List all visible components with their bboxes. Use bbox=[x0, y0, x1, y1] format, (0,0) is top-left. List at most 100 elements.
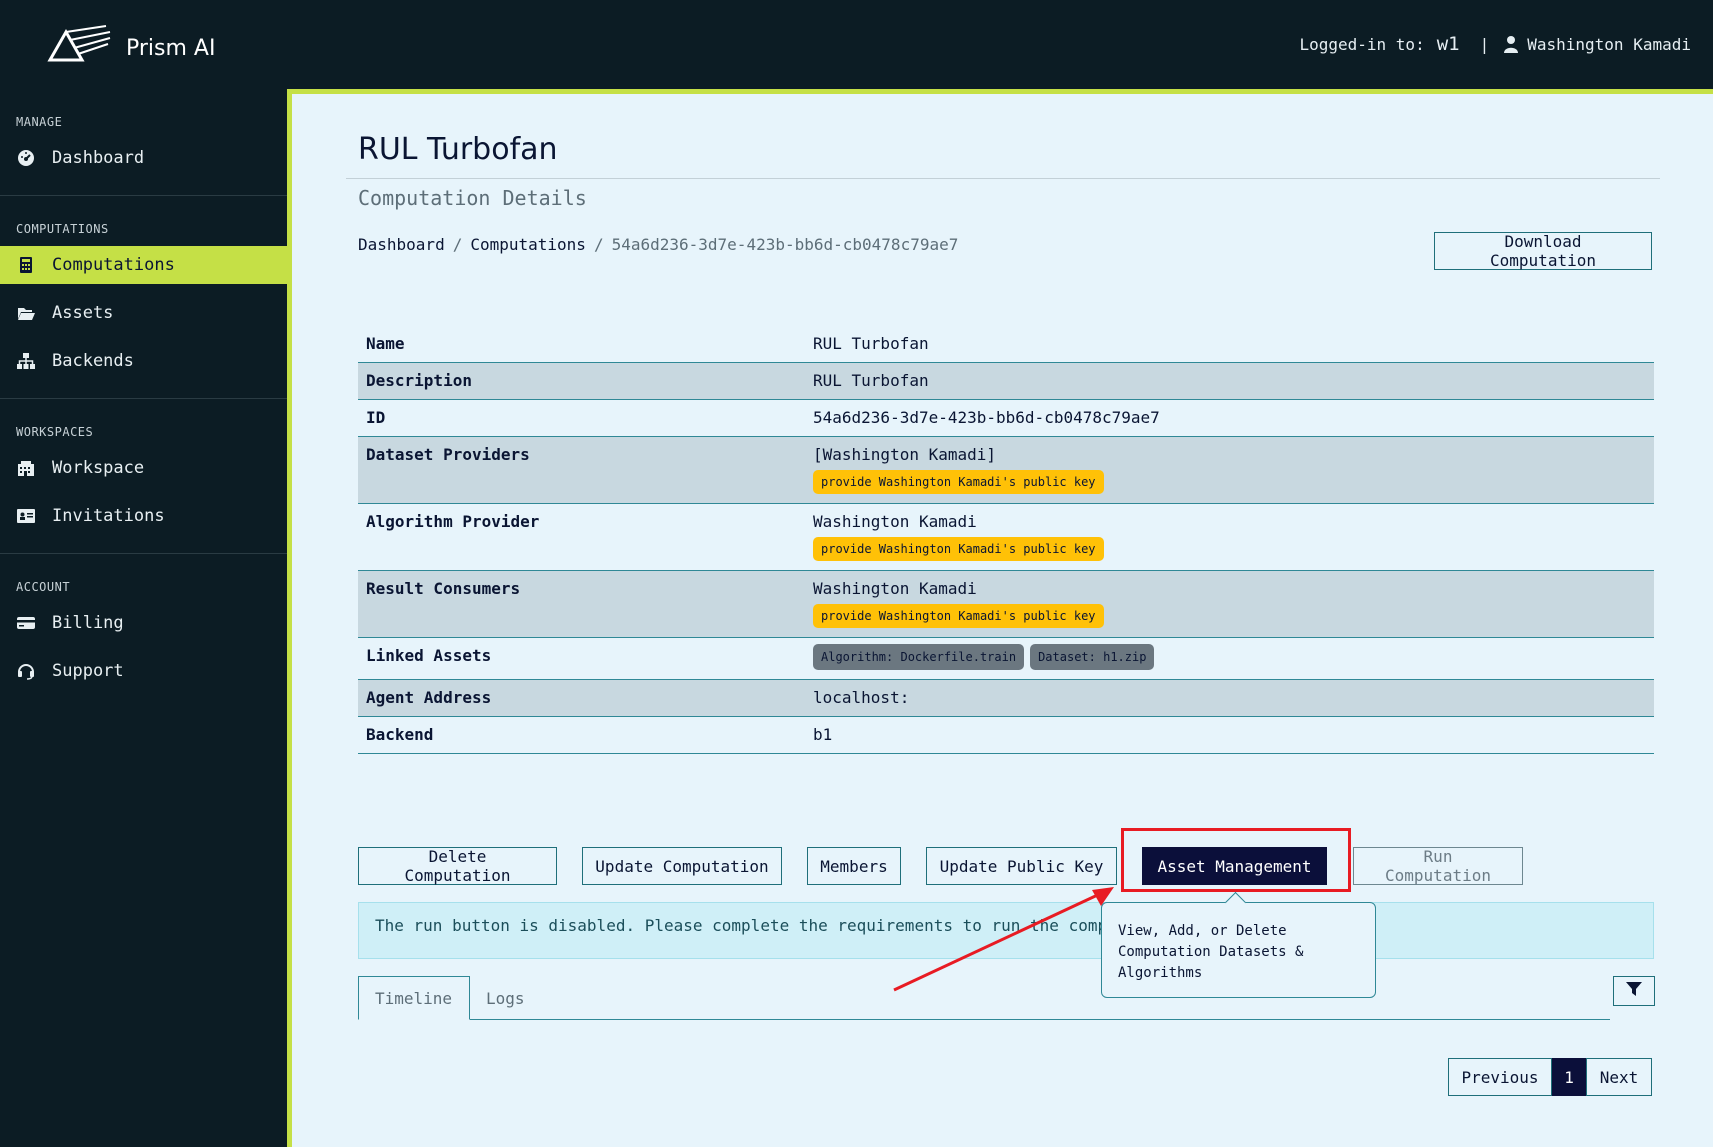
table-row: Algorithm Provider Washington Kamadi pro… bbox=[358, 503, 1654, 571]
update-public-key-button[interactable]: Update Public Key bbox=[926, 847, 1117, 885]
section-title: ACCOUNT bbox=[16, 580, 71, 594]
breadcrumb-separator: / bbox=[452, 235, 463, 254]
sidebar-section-account: ACCOUNT Billing Support bbox=[0, 554, 287, 708]
main-content: RUL Turbofan Computation Details Dashboa… bbox=[287, 89, 1713, 1147]
row-value: [Washington Kamadi] bbox=[813, 445, 997, 464]
folder-open-icon bbox=[16, 304, 36, 322]
sidebar-section-manage: MANAGE Dashboard bbox=[0, 89, 287, 196]
dataset-asset-badge: Dataset: h1.zip bbox=[1030, 644, 1155, 670]
headset-icon bbox=[16, 662, 36, 680]
run-computation-button[interactable]: Run Computation bbox=[1353, 847, 1523, 885]
user-area: Logged-in to: w1 | Washington Kamadi bbox=[1299, 33, 1691, 55]
breadcrumb-separator: / bbox=[593, 235, 604, 254]
row-value: RUL Turbofan bbox=[805, 326, 1654, 363]
previous-page-button[interactable]: Previous bbox=[1448, 1058, 1552, 1096]
tabs-bar: Timeline Logs bbox=[358, 976, 1610, 1020]
row-value-cell: [Washington Kamadi] provide Washington K… bbox=[805, 436, 1654, 504]
next-page-button[interactable]: Next bbox=[1586, 1058, 1652, 1096]
row-value: Washington Kamadi bbox=[813, 579, 977, 598]
top-bar: Prism AI Logged-in to: w1 | Washington K… bbox=[0, 0, 1713, 89]
row-value-cell: Washington Kamadi provide Washington Kam… bbox=[805, 570, 1654, 638]
sidebar-section-workspaces: WORKSPACES Workspace Invitations bbox=[0, 399, 287, 554]
sidebar-item-workspace[interactable]: Workspace bbox=[0, 449, 287, 487]
sidebar: MANAGE Dashboard COMPUTATIONS Computatio… bbox=[0, 89, 287, 1147]
sidebar-item-computations[interactable]: Computations bbox=[0, 246, 287, 284]
section-title: MANAGE bbox=[16, 115, 63, 129]
table-row: Agent Address localhost: bbox=[358, 679, 1654, 717]
sidebar-item-dashboard[interactable]: Dashboard bbox=[0, 139, 287, 177]
sidebar-item-billing[interactable]: Billing bbox=[0, 604, 287, 642]
brand-name: Prism AI bbox=[126, 35, 216, 61]
public-key-badge: provide Washington Kamadi's public key bbox=[813, 537, 1104, 561]
title-divider bbox=[346, 178, 1660, 179]
row-value-cell: Washington Kamadi provide Washington Kam… bbox=[805, 503, 1654, 571]
table-row: Linked Assets Algorithm: Dockerfile.trai… bbox=[358, 637, 1654, 680]
row-label: Name bbox=[358, 326, 805, 363]
row-label: Backend bbox=[358, 716, 805, 754]
section-title: WORKSPACES bbox=[16, 425, 94, 439]
row-label: Dataset Providers bbox=[358, 436, 805, 504]
user-name[interactable]: Washington Kamadi bbox=[1527, 35, 1691, 54]
breadcrumb-computations[interactable]: Computations bbox=[470, 235, 586, 254]
id-card-icon bbox=[16, 507, 36, 525]
building-icon bbox=[16, 459, 36, 477]
tab-timeline[interactable]: Timeline bbox=[358, 976, 470, 1020]
page-number-button[interactable]: 1 bbox=[1552, 1058, 1586, 1096]
computation-details-table: Name RUL Turbofan Description RUL Turbof… bbox=[358, 326, 1654, 754]
sidebar-item-support[interactable]: Support bbox=[0, 652, 287, 690]
row-label: Description bbox=[358, 362, 805, 400]
public-key-badge: provide Washington Kamadi's public key bbox=[813, 604, 1104, 628]
sidebar-item-label: Assets bbox=[52, 303, 114, 323]
sidebar-section-computations: COMPUTATIONS Computations Assets Backend… bbox=[0, 196, 287, 399]
workspace-name[interactable]: w1 bbox=[1437, 33, 1460, 55]
sidebar-item-assets[interactable]: Assets bbox=[0, 294, 287, 332]
table-row: Backend b1 bbox=[358, 716, 1654, 754]
row-value: 54a6d236-3d7e-423b-bb6d-cb0478c79ae7 bbox=[805, 399, 1654, 437]
gauge-icon bbox=[16, 149, 36, 167]
prism-logo-icon bbox=[46, 24, 114, 68]
row-value: Washington Kamadi bbox=[813, 512, 977, 531]
table-row: Dataset Providers [Washington Kamadi] pr… bbox=[358, 436, 1654, 504]
sidebar-item-backends[interactable]: Backends bbox=[0, 342, 287, 380]
row-label: ID bbox=[358, 399, 805, 437]
download-computation-button[interactable]: Download Computation bbox=[1434, 232, 1652, 270]
filter-button[interactable] bbox=[1613, 976, 1655, 1006]
tab-logs[interactable]: Logs bbox=[470, 976, 541, 1020]
table-row: ID 54a6d236-3d7e-423b-bb6d-cb0478c79ae7 bbox=[358, 399, 1654, 437]
row-label: Algorithm Provider bbox=[358, 503, 805, 571]
sidebar-item-label: Backends bbox=[52, 351, 134, 371]
breadcrumb-current: 54a6d236-3d7e-423b-bb6d-cb0478c79ae7 bbox=[611, 235, 959, 254]
pagination: Previous 1 Next bbox=[1448, 1058, 1652, 1096]
user-icon bbox=[1503, 35, 1519, 53]
sidebar-item-label: Computations bbox=[52, 255, 175, 275]
annotation-highlight-box bbox=[1121, 828, 1351, 892]
row-value: RUL Turbofan bbox=[805, 362, 1654, 400]
sidebar-item-label: Support bbox=[52, 661, 124, 681]
delete-computation-button[interactable]: Delete Computation bbox=[358, 847, 557, 885]
public-key-badge: provide Washington Kamadi's public key bbox=[813, 470, 1104, 494]
table-row: Result Consumers Washington Kamadi provi… bbox=[358, 570, 1654, 638]
sidebar-item-label: Dashboard bbox=[52, 148, 145, 168]
row-value: b1 bbox=[805, 716, 1654, 754]
filter-icon bbox=[1625, 980, 1643, 1002]
breadcrumb: Dashboard / Computations / 54a6d236-3d7e-423… bbox=[358, 235, 958, 254]
row-label: Linked Assets bbox=[358, 637, 805, 680]
sidebar-item-label: Billing bbox=[52, 613, 124, 633]
row-label: Agent Address bbox=[358, 679, 805, 717]
section-title: COMPUTATIONS bbox=[16, 222, 109, 236]
row-value-cell: Algorithm: Dockerfile.train Dataset: h1.z… bbox=[805, 637, 1654, 680]
update-computation-button[interactable]: Update Computation bbox=[582, 847, 782, 885]
table-row: Name RUL Turbofan bbox=[358, 326, 1654, 363]
calculator-icon bbox=[16, 256, 36, 274]
sidebar-item-invitations[interactable]: Invitations bbox=[0, 497, 287, 535]
logged-in-label: Logged-in to: bbox=[1299, 34, 1425, 54]
sidebar-item-label: Workspace bbox=[52, 458, 145, 478]
row-label: Result Consumers bbox=[358, 570, 805, 638]
breadcrumb-dashboard[interactable]: Dashboard bbox=[358, 235, 445, 254]
table-row: Description RUL Turbofan bbox=[358, 362, 1654, 400]
row-value: localhost: bbox=[805, 679, 1654, 717]
sitemap-icon bbox=[16, 352, 36, 370]
members-button[interactable]: Members bbox=[807, 847, 901, 885]
header-separator: | bbox=[1479, 34, 1490, 54]
brand[interactable]: Prism AI bbox=[46, 24, 215, 68]
